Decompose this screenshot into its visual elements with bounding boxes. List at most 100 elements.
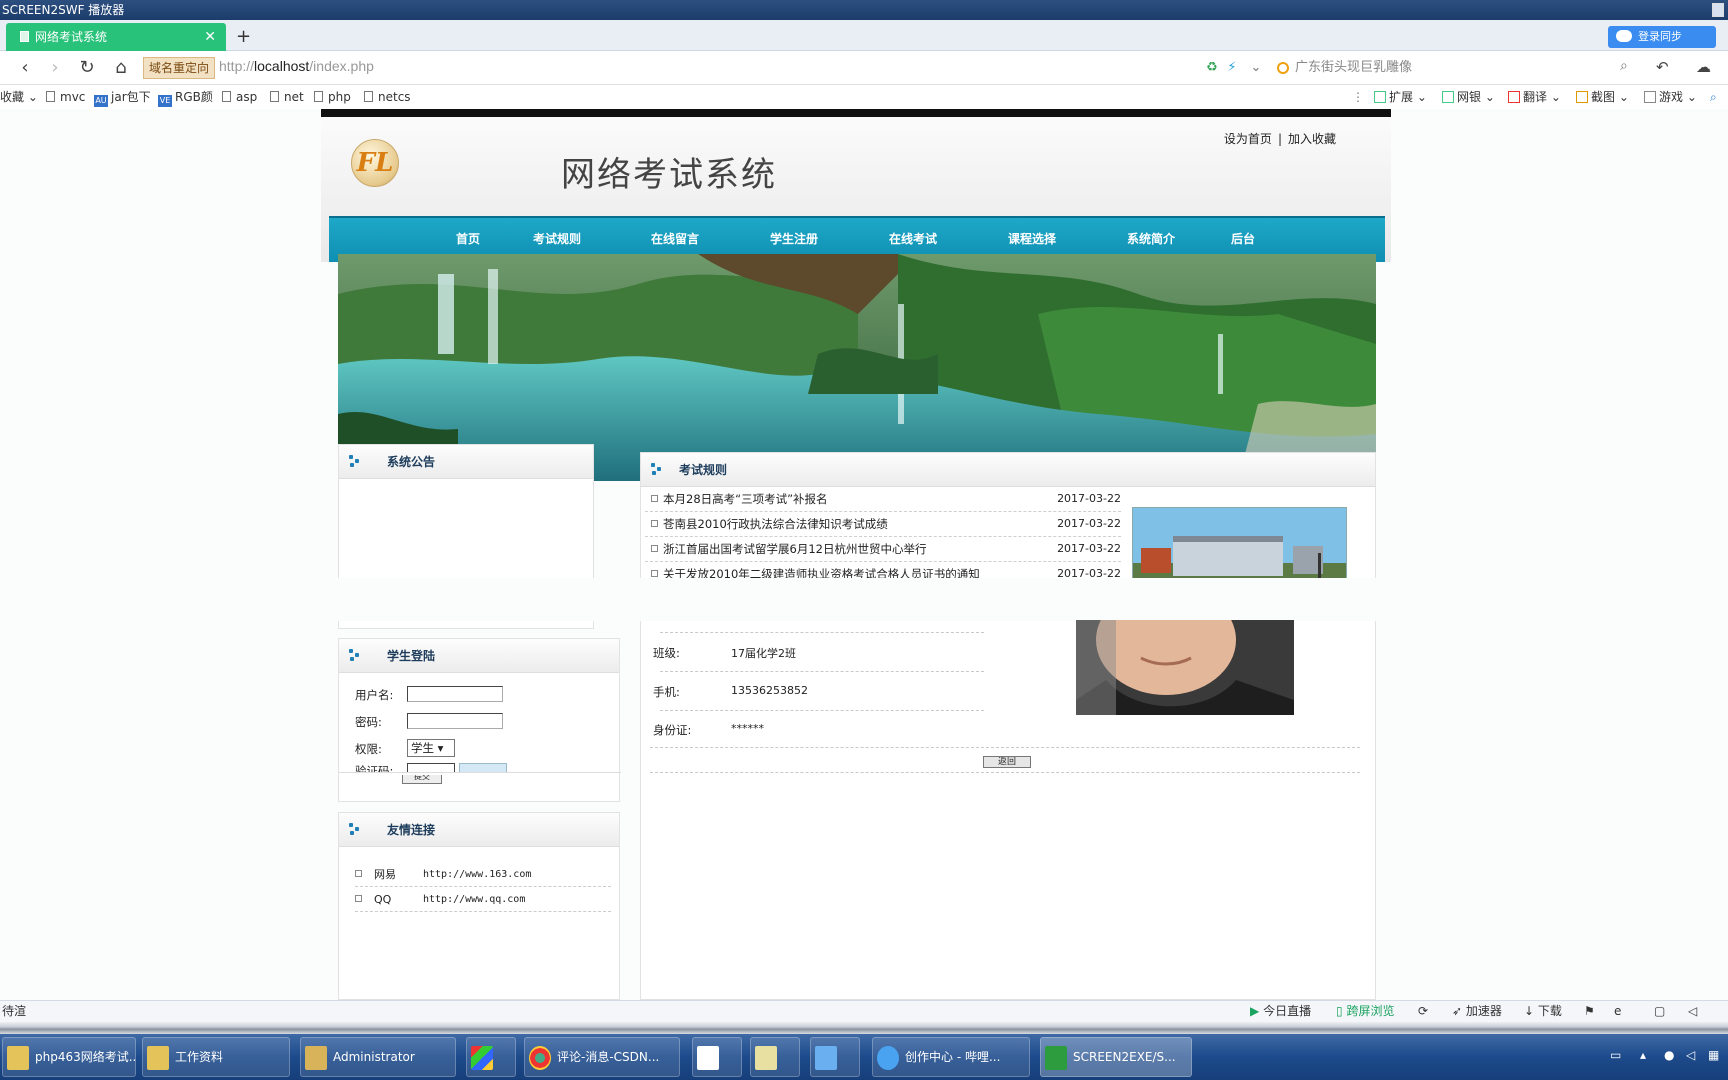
- bookmark-label: asp: [236, 90, 258, 104]
- news-title[interactable]: 本月28日高考“三项考试”补报名: [663, 492, 828, 506]
- news-item[interactable]: 本月28日高考“三项考试”补报名 2017-03-22: [645, 487, 1121, 512]
- news-date: 2017-03-22: [1057, 517, 1121, 530]
- player-scrollbar[interactable]: [0, 1022, 1728, 1034]
- download-button[interactable]: ↓ 下载: [1524, 1001, 1562, 1022]
- taskbar-item[interactable]: Administrator: [300, 1037, 456, 1077]
- taskbar-item[interactable]: 创作中心 - 哔哩...: [872, 1037, 1030, 1077]
- browser-tab-active[interactable]: 网络考试系统 ✕: [6, 23, 226, 51]
- redirect-badge[interactable]: 域名重定向: [143, 57, 216, 79]
- link-item[interactable]: QQ http://www.qq.com: [355, 888, 611, 912]
- profile-label: 手机:: [653, 685, 680, 699]
- network-icon[interactable]: ▦: [1708, 1048, 1719, 1062]
- submit-button[interactable]: 提交: [402, 775, 442, 784]
- home-icon[interactable]: ⌂: [110, 57, 132, 79]
- accelerator-button[interactable]: ➶ 加速器: [1452, 1001, 1502, 1022]
- status-label: 跨屏浏览: [1346, 1004, 1395, 1018]
- captcha-row: 验证码:: [355, 763, 605, 772]
- news-title[interactable]: 浙江首届出国考试留学展6月12日杭州世贸中心举行: [663, 542, 926, 556]
- taskbar-item[interactable]: [692, 1037, 742, 1077]
- taskbar-item[interactable]: 工作资料: [142, 1037, 290, 1077]
- announcement-title: 系统公告: [387, 455, 436, 469]
- qq-icon[interactable]: ●: [1664, 1048, 1674, 1062]
- bullet-icon: [651, 463, 663, 475]
- bookmark-favorites[interactable]: 收藏 ⌄: [0, 85, 38, 109]
- window-restore-button[interactable]: [1712, 3, 1724, 17]
- forward-icon[interactable]: ›: [44, 57, 66, 79]
- taskbar-item[interactable]: php463网络考试...: [2, 1037, 136, 1077]
- window-icon[interactable]: ▢: [1654, 1001, 1665, 1022]
- bookmark-item[interactable]: asp: [222, 85, 257, 109]
- live-button[interactable]: ▶ 今日直播: [1250, 1001, 1311, 1022]
- dropdown-icon[interactable]: ⌄: [1248, 60, 1264, 76]
- bank-icon: [1442, 91, 1454, 103]
- task-label: Administrator: [333, 1050, 415, 1064]
- tray-arrow-icon[interactable]: ▴: [1640, 1048, 1646, 1062]
- site-header: FL 网络考试系统 设为首页 | 加入收藏 首页 考试规则 在线留言 学生注册 在线…: [321, 117, 1391, 262]
- security-icon[interactable]: ♻: [1204, 60, 1220, 76]
- more-icon[interactable]: ⋮: [1352, 85, 1364, 109]
- search-engine-icon: [1277, 62, 1289, 74]
- back-icon[interactable]: ‹: [14, 57, 36, 79]
- flag-icon[interactable]: ⚑: [1584, 1001, 1595, 1022]
- captcha-input[interactable]: [407, 763, 455, 772]
- link-url[interactable]: http://www.163.com: [423, 863, 531, 887]
- bookmark-item[interactable]: VE RGB颜: [158, 85, 213, 109]
- zoom-icon[interactable]: ⌕: [1710, 85, 1717, 109]
- add-favorite-link[interactable]: 加入收藏: [1288, 132, 1336, 146]
- bookmark-item[interactable]: net: [270, 85, 304, 109]
- link-name[interactable]: 网易: [374, 868, 396, 881]
- new-tab-button[interactable]: +: [236, 23, 251, 51]
- toolbar-translate[interactable]: 翻译 ⌄: [1508, 85, 1561, 109]
- games-icon: [1644, 91, 1656, 103]
- cloud-sync-icon[interactable]: ☁: [1696, 58, 1711, 76]
- sync-login-button[interactable]: 登录同步: [1608, 26, 1716, 48]
- link-name[interactable]: QQ: [374, 893, 391, 906]
- search-icon[interactable]: ⌕: [1620, 58, 1628, 74]
- password-input[interactable]: [407, 713, 503, 729]
- search-input[interactable]: 广东街头现巨乳雕像: [1273, 57, 1633, 79]
- set-homepage-link[interactable]: 设为首页: [1224, 132, 1272, 146]
- taskbar-item[interactable]: [810, 1037, 860, 1077]
- username-input[interactable]: [407, 686, 503, 702]
- link-url[interactable]: http://www.qq.com: [423, 888, 525, 912]
- profile-value: 17届化学2班: [731, 647, 796, 660]
- captcha-image[interactable]: [459, 763, 507, 772]
- bookmark-item[interactable]: AU jar包下: [94, 85, 151, 109]
- reload-icon[interactable]: ↻: [76, 57, 98, 79]
- news-item[interactable]: 苍南县2010行政执法综合法律知识考试成绩 2017-03-22: [645, 512, 1121, 537]
- cross-screen-button[interactable]: ▯ 跨屏浏览: [1336, 1001, 1394, 1022]
- close-tab-icon[interactable]: ✕: [204, 23, 216, 51]
- profile-label: 身份证:: [653, 723, 692, 737]
- taskbar-item-active[interactable]: SCREEN2EXE/S...: [1040, 1037, 1192, 1077]
- bookmark-item[interactable]: php: [314, 85, 351, 109]
- site-logo[interactable]: FL: [351, 139, 399, 187]
- app-icon: [471, 1045, 493, 1070]
- volume-icon[interactable]: ◁: [1688, 1001, 1697, 1022]
- toolbar-bank[interactable]: 网银 ⌄: [1442, 85, 1495, 109]
- url-host: localhost: [254, 58, 310, 74]
- toolbar-screenshot[interactable]: 截图 ⌄: [1576, 85, 1629, 109]
- toolbar-games[interactable]: 游戏 ⌄: [1644, 85, 1697, 109]
- role-select[interactable]: 学生 ▾: [407, 739, 455, 757]
- bookmark-item[interactable]: mvc: [46, 85, 85, 109]
- chrome-icon: [529, 1045, 551, 1070]
- bullet-icon: [355, 895, 362, 902]
- volume-icon[interactable]: ◁: [1686, 1048, 1695, 1062]
- page-icon: [270, 91, 279, 102]
- bullet-icon: [349, 823, 361, 835]
- ie-icon[interactable]: e: [1614, 1001, 1621, 1022]
- url-field[interactable]: http://localhost/index.php: [219, 58, 374, 74]
- news-title[interactable]: 苍南县2010行政执法综合法律知识考试成绩: [663, 517, 888, 531]
- taskbar-item[interactable]: [466, 1037, 516, 1077]
- toolbar-extensions[interactable]: 扩展 ⌄: [1374, 85, 1427, 109]
- taskbar-item[interactable]: [750, 1037, 800, 1077]
- back-button[interactable]: 返回: [983, 756, 1031, 768]
- keyboard-icon[interactable]: ▭: [1610, 1048, 1621, 1062]
- link-item[interactable]: 网易 http://www.163.com: [355, 863, 611, 887]
- refresh-icon[interactable]: ⟳: [1418, 1001, 1428, 1022]
- news-item[interactable]: 浙江首届出国考试留学展6月12日杭州世贸中心举行 2017-03-22: [645, 537, 1121, 562]
- taskbar-item[interactable]: 评论-消息-CSDN...: [524, 1037, 680, 1077]
- speed-icon[interactable]: ⚡: [1224, 60, 1240, 76]
- bookmark-item[interactable]: netcs: [364, 85, 411, 109]
- undo-icon[interactable]: ↶: [1656, 58, 1669, 76]
